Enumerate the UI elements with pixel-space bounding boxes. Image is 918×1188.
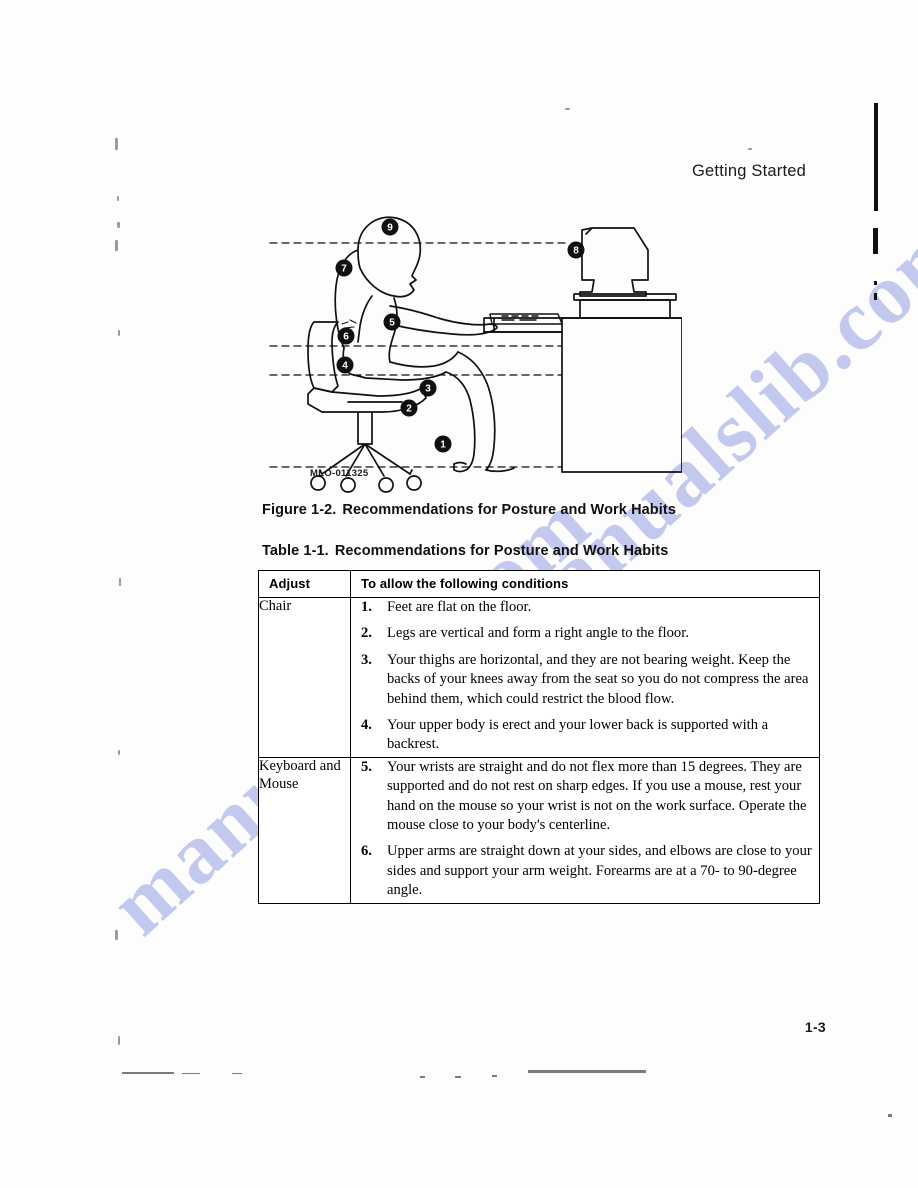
svg-text:4: 4 [342, 361, 348, 372]
callout-markers: 9 8 7 6 5 4 3 2 1 [335, 218, 585, 453]
condition-item: 3. Your thighs are horizontal, and they … [351, 651, 819, 709]
callout-7: 7 [335, 259, 353, 277]
condition-item: 5. Your wrists are straight and do not f… [351, 758, 819, 836]
svg-text:3: 3 [425, 384, 431, 395]
change-bar [873, 228, 878, 254]
condition-text: Upper arms are straight down at your sid… [387, 843, 812, 899]
cell-conditions-keyboard-mouse: 5. Your wrists are straight and do not f… [350, 756, 820, 904]
svg-text:9: 9 [387, 223, 393, 234]
scan-speckle [117, 196, 119, 201]
scan-speckle [115, 138, 118, 150]
column-header-conditions: To allow the following conditions [350, 570, 820, 598]
monitor [579, 227, 649, 297]
cell-adjust-keyboard-mouse: Keyboard and Mouse [258, 756, 351, 904]
change-bar [874, 281, 877, 285]
scan-speckle [118, 1036, 120, 1045]
table-row: Chair 1. Feet are flat on the floor. 2. … [258, 597, 820, 758]
conditions-list-chair: 1. Feet are flat on the floor. 2. Legs a… [351, 598, 819, 755]
reference-line [269, 242, 568, 468]
condition-number: 2. [361, 625, 372, 642]
figure-caption: Figure 1-2. Recommendations for Posture a… [262, 502, 676, 518]
scan-speckle [118, 330, 120, 336]
scan-speckle [565, 108, 570, 110]
svg-text:8: 8 [573, 246, 579, 257]
condition-item: 6. Upper arms are straight down at your … [351, 842, 819, 900]
keyboard [489, 313, 563, 325]
person [334, 216, 515, 473]
condition-text: Your thighs are horizontal, and they are… [387, 651, 809, 707]
callout-3: 3 [419, 379, 437, 397]
svg-text:1: 1 [440, 440, 446, 451]
scan-smudge [122, 1072, 174, 1074]
figure-id-code: MLO-011325 [310, 468, 369, 479]
svg-text:5: 5 [389, 318, 395, 329]
page-number: 1-3 [804, 1019, 826, 1035]
recommendations-table: Adjust To allow the following conditions… [258, 570, 820, 904]
callout-9: 9 [381, 218, 399, 236]
posture-diagram-svg: 9 8 7 6 5 4 3 2 1 [269, 216, 682, 493]
table-header-row: Adjust To allow the following conditions [258, 570, 820, 598]
document-page: manualslib.com manualslib.com Getting St… [0, 0, 918, 1188]
scan-speckle [118, 750, 120, 755]
figure-illustration: 9 8 7 6 5 4 3 2 1 [262, 206, 682, 496]
figure-caption-lead: Figure 1-2. [262, 502, 337, 518]
table-caption: Table 1-1. Recommendations for Posture an… [262, 543, 668, 559]
scan-smudge [455, 1076, 461, 1078]
condition-number: 1. [361, 599, 372, 615]
scan-smudge [420, 1076, 425, 1078]
figure-caption-text: Recommendations for Posture and Work Hab… [342, 502, 676, 518]
table-caption-text: Recommendations for Posture and Work Hab… [334, 543, 669, 559]
scan-speckle [117, 222, 120, 228]
condition-text: Your upper body is erect and your lower … [387, 717, 769, 753]
callout-2: 2 [400, 399, 418, 417]
svg-text:6: 6 [343, 332, 349, 343]
condition-item: 2. Legs are vertical and form a right an… [351, 624, 819, 643]
scan-speckle [115, 240, 118, 251]
cell-conditions-chair: 1. Feet are flat on the floor. 2. Legs a… [350, 597, 820, 758]
callout-1: 1 [434, 435, 452, 453]
scan-speckle [748, 148, 752, 150]
change-bar [874, 103, 878, 211]
condition-text: Your wrists are straight and do not flex… [387, 758, 807, 834]
callout-6: 6 [337, 327, 355, 345]
scan-smudge [232, 1073, 242, 1074]
condition-item: 1. Feet are flat on the floor. [351, 598, 819, 617]
callout-5: 5 [383, 313, 401, 331]
change-bar [874, 293, 877, 300]
scan-smudge [182, 1073, 200, 1074]
table-caption-lead: Table 1-1. [262, 543, 329, 559]
desk [483, 293, 682, 473]
condition-text: Feet are flat on the floor. [387, 599, 532, 615]
condition-number: 5. [361, 758, 372, 775]
condition-item: 4. Your upper body is erect and your low… [351, 716, 819, 755]
cell-adjust-chair: Chair [258, 597, 351, 758]
scan-smudge [528, 1070, 646, 1073]
scan-speckle [119, 578, 121, 586]
condition-number: 6. [361, 843, 372, 860]
scan-smudge [492, 1075, 497, 1077]
scan-speckle [115, 930, 118, 940]
running-head: Getting Started [692, 162, 806, 180]
svg-text:2: 2 [406, 404, 412, 415]
callout-4: 4 [336, 356, 354, 374]
condition-number: 3. [361, 651, 372, 668]
scan-smudge [888, 1114, 892, 1117]
conditions-list-keyboard-mouse: 5. Your wrists are straight and do not f… [351, 758, 819, 901]
scan-artifact [341, 319, 357, 329]
column-header-adjust: Adjust [258, 570, 351, 598]
svg-text:7: 7 [341, 264, 347, 275]
condition-number: 4. [361, 717, 372, 734]
callout-8: 8 [567, 241, 585, 259]
condition-text: Legs are vertical and form a right angle… [387, 625, 689, 642]
table-row: Keyboard and Mouse 5. Your wrists are st… [258, 756, 820, 904]
